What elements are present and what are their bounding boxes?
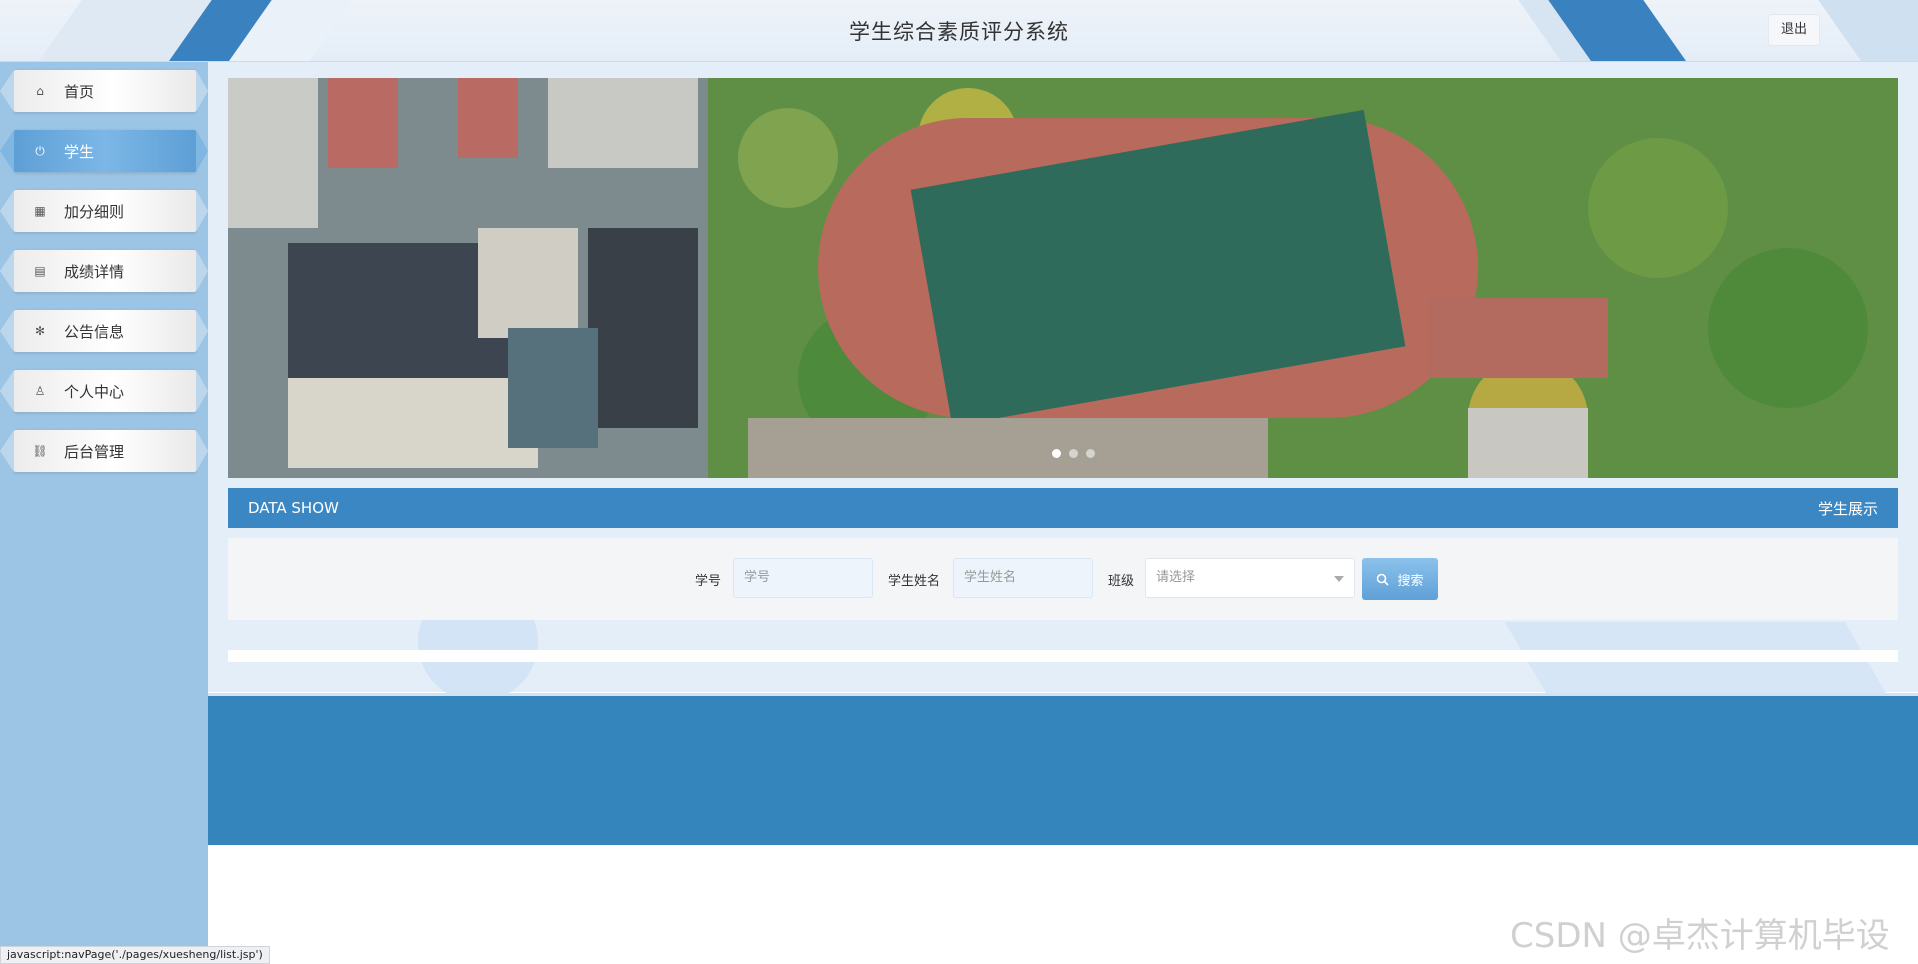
home-icon: ⌂ (36, 84, 44, 98)
search-icon (1377, 573, 1390, 586)
sidebar-item-label: 加分细则 (64, 202, 125, 221)
student-name-input[interactable]: 学生姓名 (953, 558, 1093, 598)
logout-button[interactable]: 退出 (1768, 14, 1820, 46)
sidebar-item-personal-center[interactable]: ♙ 个人中心 (0, 370, 208, 412)
sidebar-item-bonus-rules[interactable]: ▦ 加分细则 (0, 190, 208, 232)
section-title-left: DATA SHOW (248, 499, 339, 517)
carousel-dot[interactable] (1085, 449, 1095, 458)
search-button-label: 搜索 (1397, 573, 1424, 589)
student-no-input[interactable]: 学号 (733, 558, 873, 598)
browser-status-bar: javascript:navPage('./pages/xuesheng/lis… (0, 946, 270, 964)
sidebar-item-label: 学生 (64, 142, 95, 161)
sidebar: ⌂ 首页 ⏻ 学生 ▦ 加分细则 ▤ 成绩详情 ✻ 公告信息 ♙ 个人中心 ⛓ … (0, 62, 208, 964)
carousel-dot[interactable] (1051, 449, 1061, 458)
class-label: 班级 (1108, 574, 1135, 589)
snowflake-icon: ✻ (34, 324, 46, 338)
sidebar-item-student[interactable]: ⏻ 学生 (0, 130, 208, 172)
sidebar-item-home[interactable]: ⌂ 首页 (0, 70, 208, 112)
sidebar-item-label: 首页 (64, 82, 95, 101)
search-button[interactable]: 搜索 (1362, 558, 1438, 600)
page-title: 学生综合素质评分系统 (849, 20, 1069, 44)
campus-aerial-image (228, 78, 1898, 478)
link-icon: ⛓ (32, 444, 48, 458)
section-title-right: 学生展示 (1817, 499, 1878, 518)
student-name-label: 学生姓名 (888, 574, 941, 589)
student-no-label: 学号 (695, 574, 722, 589)
header: 学生综合素质评分系统 退出 (0, 0, 1918, 62)
chevron-down-icon (1334, 576, 1344, 582)
watermark: CSDN @卓杰计算机毕设 (1510, 916, 1890, 956)
sidebar-item-score-details[interactable]: ▤ 成绩详情 (0, 250, 208, 292)
sidebar-item-label: 成绩详情 (64, 262, 125, 281)
class-select-value: 请选择 (1156, 570, 1196, 585)
sidebar-item-admin[interactable]: ⛓ 后台管理 (0, 430, 208, 472)
search-panel: 学号 学号 学生姓名 学生姓名 班级 请选择 搜索 (228, 538, 1898, 620)
power-icon: ⏻ (35, 143, 45, 158)
sidebar-item-label: 个人中心 (64, 382, 125, 401)
section-title-bar: DATA SHOW 学生展示 (228, 488, 1898, 528)
grid-icon: ▦ (34, 204, 46, 218)
carousel-indicators (228, 449, 1898, 458)
background-decoration (1504, 622, 1892, 702)
sidebar-item-label: 公告信息 (64, 322, 125, 341)
sidebar-item-label: 后台管理 (64, 442, 125, 461)
list-container (228, 650, 1898, 662)
carousel-dot[interactable] (1068, 449, 1078, 458)
class-select[interactable]: 请选择 (1145, 558, 1355, 598)
banner-carousel[interactable] (228, 78, 1898, 478)
footer (208, 693, 1918, 845)
user-icon: ♙ (34, 384, 46, 398)
document-icon: ▤ (34, 264, 46, 278)
sidebar-item-announcements[interactable]: ✻ 公告信息 (0, 310, 208, 352)
